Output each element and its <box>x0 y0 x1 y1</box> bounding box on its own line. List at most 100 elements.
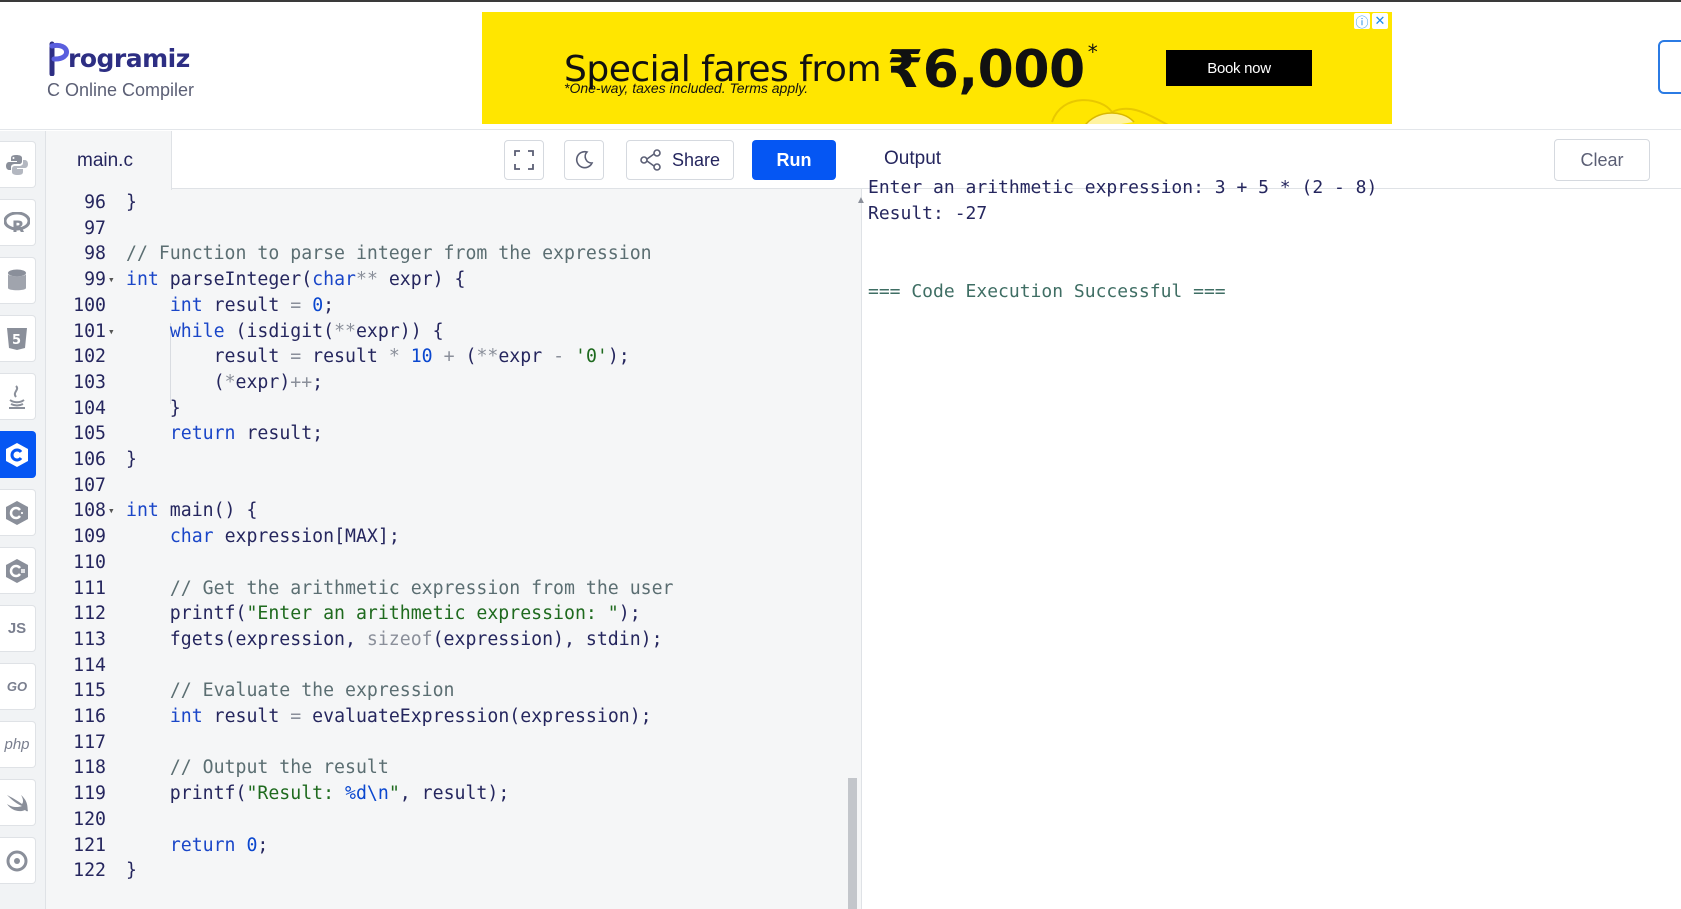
code-line[interactable]: 113 fgets(expression, sizeof(expression)… <box>46 626 846 653</box>
python-icon[interactable] <box>0 141 36 188</box>
line-number: 99 <box>84 269 106 291</box>
php-icon[interactable]: php <box>0 721 36 768</box>
code-line[interactable]: 119 printf("Result: %d\n", result); <box>46 780 846 807</box>
scroll-up-arrow-icon[interactable]: ▲ <box>856 195 866 206</box>
code-text: // Get the arithmetic expression from th… <box>169 577 674 599</box>
advertisement-banner[interactable]: Special fares from ₹6,000 * *One-way, taxe… <box>482 12 1392 124</box>
moon-icon <box>576 150 594 169</box>
ad-book-now-button[interactable]: Book now <box>1166 50 1312 86</box>
run-button[interactable]: Run <box>752 140 836 180</box>
php-icon-label: php <box>4 736 30 753</box>
code-line[interactable]: 108 ▾ int main() { <box>46 497 846 524</box>
ad-choices[interactable]: ⓘ ✕ <box>1354 13 1388 30</box>
code-text: } <box>126 860 137 882</box>
site-header: rogramiz C Online Compiler Special fares… <box>0 2 1681 130</box>
code-text: printf("Result: %d\n", result); <box>126 783 510 805</box>
line-number: 107 <box>73 474 106 496</box>
code-line[interactable]: 105 return result; <box>46 420 846 447</box>
code-line[interactable]: 116 int result = evaluateExpression(expr… <box>46 703 846 730</box>
code-line[interactable]: 109 char expression[MAX]; <box>46 523 846 550</box>
editor-toolbar: main.c Share Run <box>46 131 862 190</box>
sql-icon[interactable] <box>0 257 36 304</box>
file-tab-main-c[interactable]: main.c <box>46 131 172 190</box>
swift-icon[interactable] <box>0 779 36 826</box>
code-line[interactable]: 98 // Function to parse integer from the … <box>46 240 846 267</box>
fold-arrow-icon[interactable]: ▾ <box>108 318 118 345</box>
ad-close-icon[interactable]: ✕ <box>1372 13 1388 29</box>
code-text: while (isdigit(**expr)) { <box>169 320 444 342</box>
code-area[interactable]: 96} 97 98 // Function to parse integer from… <box>46 189 862 909</box>
code-line[interactable]: 111 // Get the arithmetic expression fro… <box>46 575 846 602</box>
code-text: } <box>126 449 137 470</box>
line-number: 97 <box>84 217 106 239</box>
line-number: 109 <box>73 526 106 548</box>
dark-mode-button[interactable] <box>564 140 604 180</box>
line-number: 110 <box>73 551 106 573</box>
code-text: fgets(expression, sizeof(expression), st… <box>126 628 663 650</box>
line-number: 98 <box>84 243 106 265</box>
share-button[interactable]: Share <box>626 140 734 180</box>
code-text: return 0; <box>169 834 269 856</box>
code-text: int result = 0; <box>169 294 335 316</box>
cpp-icon[interactable] <box>0 489 36 536</box>
header-login-button[interactable] <box>1658 40 1681 94</box>
code-line[interactable]: 122} <box>46 857 846 884</box>
line-number: 119 <box>73 783 106 805</box>
fold-arrow-icon[interactable]: ▾ <box>108 497 118 524</box>
code-line[interactable]: 114 <box>46 652 846 679</box>
line-number: 115 <box>73 680 106 702</box>
ad-info-icon[interactable]: ⓘ <box>1354 13 1370 30</box>
code-line[interactable]: 121 return 0; <box>46 832 846 859</box>
line-number: 118 <box>73 757 106 779</box>
svg-text:R: R <box>12 217 24 234</box>
fold-arrow-icon[interactable]: ▾ <box>108 266 118 293</box>
line-number: 105 <box>73 423 106 445</box>
logo-text: rogramiz <box>68 44 190 73</box>
programiz-logo[interactable]: rogramiz <box>48 34 190 76</box>
code-line[interactable]: 103 (*expr)++; <box>46 369 846 396</box>
ad-fine-print: *One-way, taxes included. Terms apply. <box>564 80 809 96</box>
code-line[interactable]: 104 } <box>46 395 846 422</box>
code-line[interactable]: 112 printf("Enter an arithmetic expressi… <box>46 600 846 627</box>
code-text: printf("Enter an arithmetic expression: … <box>126 603 641 625</box>
java-icon[interactable] <box>0 373 36 420</box>
code-line[interactable]: 96} <box>46 189 846 216</box>
code-text: (*expr)++; <box>126 371 324 393</box>
c-icon[interactable] <box>0 431 36 478</box>
go-icon[interactable]: GO <box>0 663 36 710</box>
line-number: 120 <box>73 808 106 830</box>
code-line[interactable]: 102 result = result * 10 + (**expr - '0'… <box>46 343 846 370</box>
code-line[interactable]: 107 <box>46 472 846 499</box>
line-number: 111 <box>73 577 106 599</box>
code-line[interactable]: 99 ▾ int parseInteger(char** expr) { <box>46 266 846 293</box>
html5-icon[interactable]: 5 <box>0 315 36 362</box>
line-number: 112 <box>73 603 106 625</box>
code-text: // Function to parse integer from the ex… <box>126 243 652 265</box>
csharp-icon[interactable] <box>0 547 36 594</box>
output-line: Result: -27 <box>868 203 988 224</box>
code-line[interactable]: 97 <box>46 215 846 242</box>
code-text: } <box>126 192 137 213</box>
code-line[interactable]: 118 // Output the result <box>46 754 846 781</box>
fullscreen-button[interactable] <box>504 140 544 180</box>
code-line[interactable]: 101 ▾ while (isdigit(**expr)) { <box>46 318 846 345</box>
code-line[interactable]: 120 <box>46 806 846 833</box>
editor-scrollbar[interactable] <box>848 778 857 909</box>
code-line[interactable]: 100 int result = 0; <box>46 292 846 319</box>
code-text: int parseInteger(char** expr) { <box>126 269 466 291</box>
code-line[interactable]: 117 <box>46 729 846 756</box>
line-number: 101 <box>73 320 106 342</box>
line-number: 117 <box>73 731 106 753</box>
rust-icon[interactable] <box>0 837 36 884</box>
output-title: Output <box>884 148 942 169</box>
code-line[interactable]: 110 <box>46 549 846 576</box>
js-icon[interactable]: JS <box>0 605 36 652</box>
clear-button[interactable]: Clear <box>1554 139 1650 181</box>
fullscreen-icon <box>514 150 534 170</box>
code-text: return result; <box>169 423 324 445</box>
code-text: char expression[MAX]; <box>169 526 400 548</box>
code-line[interactable]: 106} <box>46 446 846 473</box>
code-text: result = result * 10 + (**expr - '0'); <box>126 346 630 368</box>
r-icon[interactable]: R <box>0 199 36 246</box>
code-line[interactable]: 115 // Evaluate the expression <box>46 677 846 704</box>
